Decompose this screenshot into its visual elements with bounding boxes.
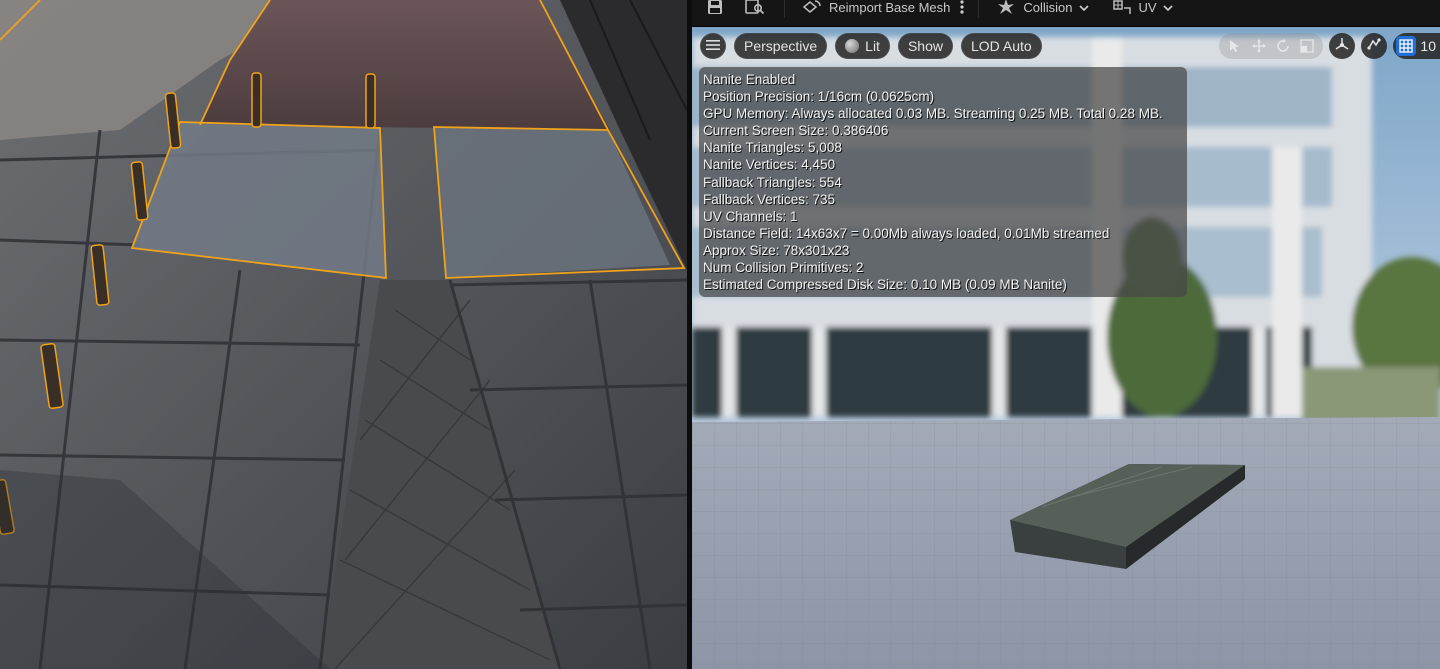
lod-button[interactable]: LOD Auto — [960, 33, 1042, 59]
perspective-button[interactable]: Perspective — [734, 33, 828, 59]
editor-toolbar: Reimport Base Mesh Collision UV — [692, 0, 1440, 27]
select-tool-icon[interactable] — [1225, 36, 1245, 56]
perspective-label: Perspective — [744, 38, 818, 54]
level-scene — [0, 0, 687, 669]
lod-label: LOD Auto — [970, 38, 1032, 54]
grid-snap-icon — [1396, 36, 1417, 56]
uv-label: UV — [1138, 0, 1157, 15]
stats-line: Estimated Compressed Disk Size: 0.10 MB … — [703, 277, 1067, 293]
stats-line: Nanite Triangles: 5,008 — [703, 140, 842, 156]
reimport-base-mesh-button[interactable]: Reimport Base Mesh — [795, 0, 956, 20]
collision-menu-button[interactable]: Collision — [989, 0, 1094, 20]
uv-menu-button[interactable]: UV — [1105, 0, 1179, 20]
grid-snap-value: 10 — [1420, 38, 1436, 54]
mesh-stats-overlay: Nanite Enabled Position Precision: 1/16cm… — [699, 67, 1187, 297]
stats-line: Approx Size: 78x301x23 — [703, 242, 850, 258]
lit-sphere-icon — [845, 39, 860, 53]
surface-snap-button[interactable] — [1361, 33, 1388, 59]
stats-line: Fallback Vertices: 735 — [703, 191, 836, 207]
lit-view-mode-button[interactable]: Lit — [835, 33, 890, 59]
static-mesh-editor: Reimport Base Mesh Collision UV Perspect… — [692, 0, 1440, 669]
more-options-icon[interactable] — [956, 0, 968, 18]
toolbar-separator — [784, 0, 785, 18]
stats-line: GPU Memory: Always allocated 0.03 MB. St… — [703, 106, 1163, 122]
chevron-down-icon — [1078, 0, 1089, 15]
mesh-preview-viewport[interactable]: Perspective Lit Show LOD Auto 10 Nanite … — [692, 27, 1440, 669]
stats-line: Position Precision: 1/16cm (0.0625cm) — [703, 89, 935, 105]
show-label: Show — [907, 38, 943, 54]
stats-line: Fallback Triangles: 554 — [703, 174, 842, 190]
stats-line: Nanite Enabled — [703, 72, 796, 87]
stats-line: Current Screen Size: 0.386406 — [703, 123, 889, 139]
save-icon[interactable] — [704, 0, 726, 18]
local-space-icon — [1334, 36, 1350, 57]
stats-line: Nanite Vertices: 4,450 — [703, 157, 836, 173]
lit-label: Lit — [865, 38, 880, 54]
viewport-menu-button[interactable] — [700, 33, 726, 59]
toolbar-separator — [978, 0, 980, 18]
uv-icon — [1111, 0, 1133, 18]
viewport-options-bar: Perspective Lit Show LOD Auto — [700, 33, 1042, 59]
hamburger-menu-icon — [706, 38, 720, 54]
show-flags-button[interactable]: Show — [897, 33, 953, 59]
grid-snap-toggle[interactable]: 10 — [1393, 33, 1440, 59]
surface-snap-icon — [1366, 36, 1382, 57]
browse-asset-icon[interactable] — [744, 0, 766, 18]
level-viewport[interactable] — [0, 0, 687, 669]
local-space-button[interactable] — [1329, 33, 1356, 59]
stats-line: UV Channels: 1 — [703, 208, 798, 224]
transform-tools-group — [1219, 33, 1324, 59]
collision-icon — [995, 0, 1017, 18]
reimport-label: Reimport Base Mesh — [829, 0, 951, 15]
scale-tool-icon[interactable] — [1297, 36, 1317, 56]
collision-label: Collision — [1023, 0, 1073, 15]
translate-tool-icon[interactable] — [1249, 36, 1269, 56]
stats-line: Num Collision Primitives: 2 — [703, 260, 864, 276]
viewport-tools: 10 — [1219, 33, 1440, 59]
rotate-tool-icon[interactable] — [1273, 36, 1293, 56]
reimport-mesh-icon — [801, 0, 823, 18]
chevron-down-icon — [1163, 0, 1173, 15]
stats-line: Distance Field: 14x63x7 = 0.00Mb always … — [703, 225, 1110, 241]
